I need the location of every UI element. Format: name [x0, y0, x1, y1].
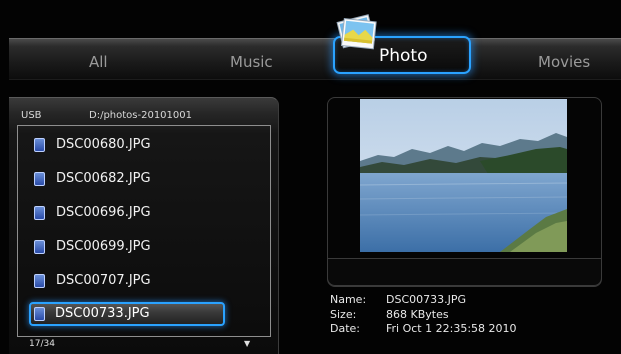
photo-preview — [360, 99, 567, 252]
current-path: D:/photos-20101001 — [89, 110, 192, 121]
category-tab-bar: All Music Movies — [9, 38, 621, 80]
item-counter: 17/34 — [29, 339, 55, 349]
file-browser-panel: USB D:/photos-20101001 DSC00680.JPG DSC0… — [9, 97, 279, 354]
list-item[interactable]: DSC00696.JPG — [34, 201, 224, 225]
image-file-icon — [34, 274, 45, 288]
tab-music[interactable]: Music — [230, 53, 273, 71]
list-item[interactable]: DSC00699.JPG — [34, 235, 224, 259]
date-label: Date: — [330, 322, 360, 335]
file-name: DSC00680.JPG — [56, 137, 151, 152]
file-list: DSC00680.JPG DSC00682.JPG DSC00696.JPG D… — [17, 125, 271, 337]
file-name: DSC00733.JPG — [55, 306, 150, 321]
file-name: DSC00699.JPG — [56, 239, 151, 254]
tab-photo-label: Photo — [379, 46, 428, 66]
size-value: 868 KBytes — [386, 308, 449, 321]
image-file-icon — [34, 172, 45, 186]
image-file-icon — [34, 240, 45, 254]
list-item[interactable]: DSC00707.JPG — [34, 269, 224, 293]
photo-stack-icon — [336, 14, 377, 50]
list-item[interactable]: DSC00682.JPG — [34, 167, 224, 191]
image-file-icon — [34, 138, 45, 152]
file-name: DSC00707.JPG — [56, 273, 151, 288]
size-label: Size: — [330, 308, 357, 321]
file-name: DSC00682.JPG — [56, 171, 151, 186]
list-item[interactable]: DSC00680.JPG — [34, 133, 224, 157]
scroll-down-icon[interactable]: ▼ — [244, 339, 250, 348]
media-player-screen: All Music Movies Photo USB D:/photos-201… — [0, 0, 621, 354]
image-file-icon — [34, 206, 45, 220]
list-item-selected[interactable]: DSC00733.JPG — [29, 302, 225, 326]
name-value: DSC00733.JPG — [386, 293, 467, 306]
source-label: USB — [21, 110, 42, 121]
name-label: Name: — [330, 293, 367, 306]
image-file-icon — [34, 307, 45, 321]
tab-all[interactable]: All — [89, 53, 108, 71]
preview-caption-bar — [327, 258, 602, 286]
date-value: Fri Oct 1 22:35:58 2010 — [386, 322, 517, 335]
tab-movies[interactable]: Movies — [538, 53, 590, 71]
file-name: DSC00696.JPG — [56, 205, 151, 220]
